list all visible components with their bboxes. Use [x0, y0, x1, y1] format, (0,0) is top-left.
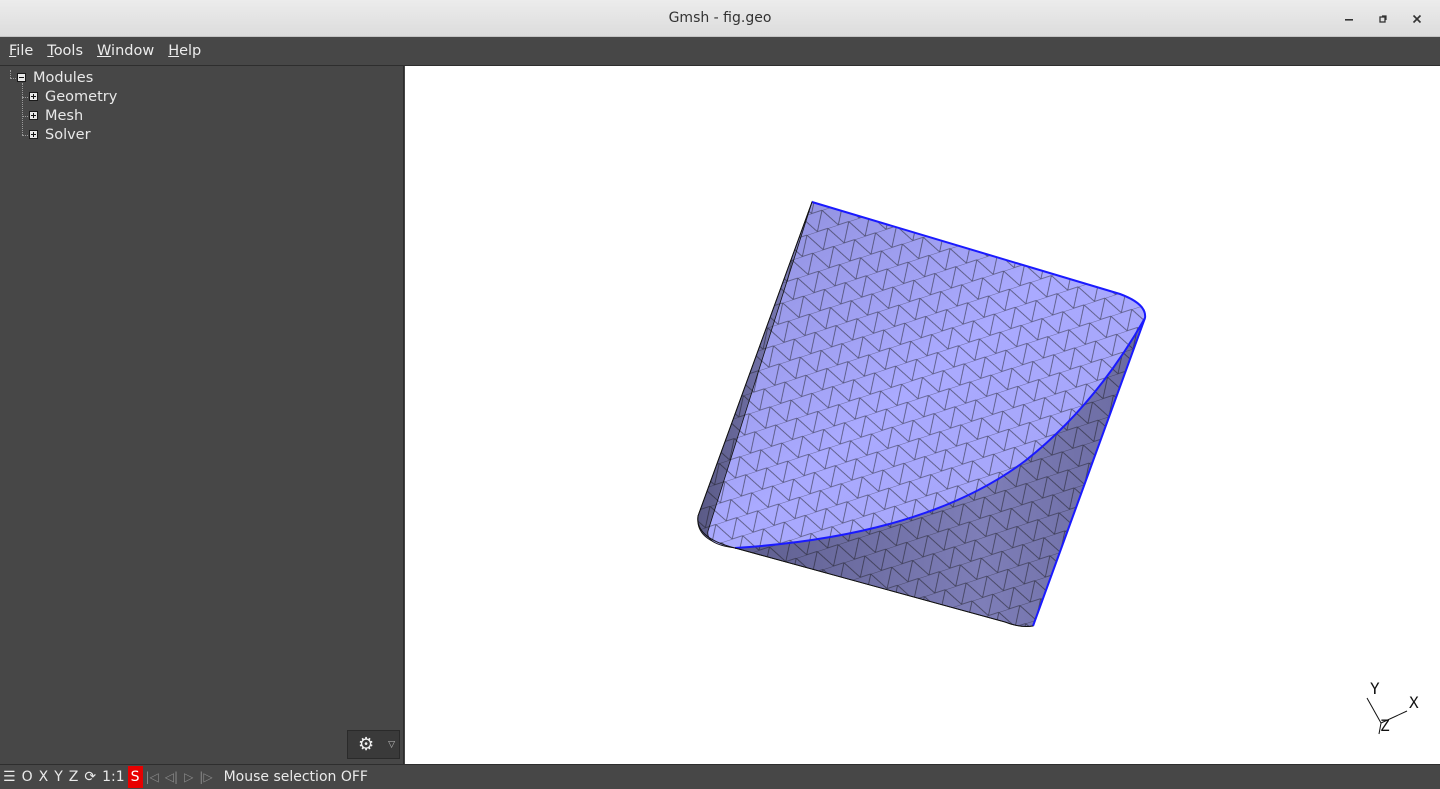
- mesh-view: Y X Z: [697, 200, 1419, 735]
- options-gear-button[interactable]: ⚙ ▽: [347, 730, 400, 759]
- next-step-icon[interactable]: |▷: [196, 770, 215, 784]
- tree-item-solver[interactable]: Solver: [29, 125, 91, 144]
- play-icon[interactable]: ▷: [181, 770, 196, 784]
- tree-item-label: Solver: [45, 126, 91, 143]
- menu-file[interactable]: File: [2, 37, 40, 66]
- tree-item-mesh[interactable]: Mesh: [29, 106, 83, 125]
- view-x-button[interactable]: X: [36, 766, 52, 788]
- axes-indicator: Y X Z: [1366, 679, 1419, 735]
- axis-y-label: Y: [1370, 679, 1380, 698]
- close-button[interactable]: [1400, 5, 1434, 33]
- close-icon: [1412, 14, 1422, 23]
- tree-connector: [10, 70, 11, 78]
- window-titlebar: Gmsh - fig.geo: [0, 0, 1440, 37]
- status-message: Mouse selection OFF: [223, 769, 368, 785]
- view-z-button[interactable]: Z: [66, 766, 82, 788]
- tree-item-label: Modules: [33, 69, 94, 86]
- window-controls: [1332, 0, 1434, 37]
- expand-icon[interactable]: [29, 111, 38, 120]
- menu-file-label: ile: [16, 42, 34, 59]
- tree-connector: [22, 83, 23, 135]
- select-toggle-button[interactable]: S: [127, 766, 143, 788]
- menu-window[interactable]: Window: [90, 37, 161, 66]
- axis-z-label: Z: [1380, 716, 1390, 735]
- tree-item-modules[interactable]: Modules: [17, 68, 93, 87]
- previous-step-icon[interactable]: ◁|: [162, 770, 181, 784]
- view-y-button[interactable]: Y: [51, 766, 66, 788]
- graphics-viewport[interactable]: Y X Z: [405, 66, 1440, 764]
- axis-x-label: X: [1409, 693, 1419, 712]
- menu-help[interactable]: Help: [161, 37, 208, 66]
- menu-toggle-icon[interactable]: ☰: [0, 766, 19, 788]
- restore-button[interactable]: [1366, 5, 1400, 33]
- collapse-icon[interactable]: [17, 73, 26, 82]
- rotate-icon[interactable]: ⟳: [81, 766, 99, 788]
- minimize-button[interactable]: [1332, 5, 1366, 33]
- dropdown-triangle-icon[interactable]: ▽: [388, 740, 395, 750]
- menu-window-mnemonic: W: [97, 42, 112, 59]
- menu-window-label: indow: [111, 42, 155, 59]
- gear-icon: ⚙: [358, 733, 375, 755]
- expand-icon[interactable]: [29, 92, 38, 101]
- restore-icon: [1379, 14, 1387, 23]
- tree-item-label: Geometry: [45, 88, 118, 105]
- view-origin-button[interactable]: O: [19, 766, 36, 788]
- menu-bar: File Tools Window Help: [0, 37, 1440, 66]
- first-step-icon[interactable]: |◁: [143, 770, 162, 784]
- menu-help-mnemonic: H: [168, 42, 180, 59]
- module-tree-panel: Modules Geometry Mesh Solver: [0, 66, 404, 764]
- menu-help-label: elp: [179, 42, 202, 59]
- menu-tools[interactable]: Tools: [40, 37, 90, 66]
- scale-reset-button[interactable]: 1:1: [99, 766, 128, 788]
- window-title: Gmsh - fig.geo: [668, 10, 772, 26]
- mesh-triangulation: [697, 202, 1146, 627]
- status-bar: ☰ O X Y Z ⟳ 1:1 S |◁ ◁| ▷ |▷ Mouse selec…: [0, 764, 1440, 789]
- menu-tools-label: ools: [53, 42, 84, 59]
- tree-item-label: Mesh: [45, 107, 84, 124]
- minimize-icon: [1345, 18, 1353, 21]
- tree-item-geometry[interactable]: Geometry: [29, 87, 117, 106]
- expand-icon[interactable]: [29, 130, 38, 139]
